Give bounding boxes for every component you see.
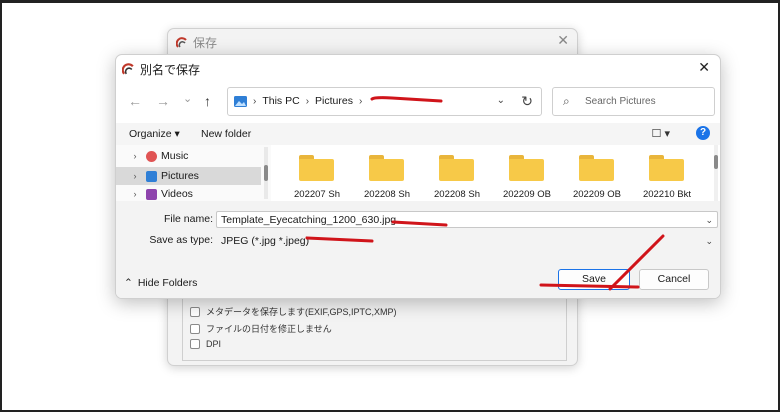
breadcrumb-separator: › — [305, 95, 310, 107]
pictures-icon — [234, 95, 247, 107]
chevron-down-icon[interactable]: ⌄ — [705, 236, 713, 247]
search-box[interactable]: ⌕ Search Pictures — [552, 87, 715, 116]
up-arrow-icon[interactable]: ↑ — [204, 93, 211, 109]
save-as-type-value: JPEG (*.jpg *.jpeg) — [221, 235, 310, 247]
recent-locations-icon[interactable]: ⌄ — [183, 92, 192, 105]
option-label: ファイルの日付を修正しません — [206, 324, 332, 334]
option-label: メタデータを保存します(EXIF,GPS,IPTC,XMP) — [206, 307, 397, 317]
file-name-value: Template_Eyecatching_1200_630.jpg — [221, 214, 397, 226]
scrollbar-thumb[interactable] — [264, 165, 268, 181]
background-dialog-titlebar: 保存 — [176, 34, 217, 51]
scrollbar-thumb[interactable] — [714, 155, 718, 169]
folder-item[interactable]: 202210 Bkt — [636, 153, 698, 200]
command-toolbar: Organize ▾ New folder ☐ ▾ ? — [116, 123, 720, 145]
pictures-icon — [146, 170, 157, 182]
breadcrumb-pictures[interactable]: Pictures — [315, 95, 353, 107]
chevron-up-icon: ⌃ — [124, 277, 133, 289]
checkbox[interactable] — [190, 323, 200, 334]
breadcrumb-this-pc[interactable]: This PC — [262, 95, 299, 107]
search-icon: ⌕ — [563, 94, 570, 108]
sidebar-item-videos[interactable]: › Videos — [116, 187, 261, 201]
folder-icon — [369, 155, 404, 181]
hide-folders-label: Hide Folders — [137, 277, 198, 289]
address-dropdown-icon[interactable]: ⌄ — [497, 95, 505, 106]
navigation-pane: › Music › Pictures › Videos — [116, 145, 271, 201]
folder-icon — [509, 155, 544, 181]
videos-icon — [146, 188, 157, 200]
sidebar-item-pictures[interactable]: › Pictures — [116, 167, 261, 185]
cancel-button[interactable]: Cancel — [639, 269, 709, 290]
option-dpi[interactable]: DPI — [190, 339, 221, 349]
new-folder-button[interactable]: New folder — [201, 128, 251, 140]
refresh-icon[interactable]: ↻ — [521, 93, 533, 110]
navigation-scrollbar[interactable] — [264, 147, 268, 199]
screen-top-border — [0, 0, 780, 3]
save-form: File name: Template_Eyecatching_1200_630… — [116, 201, 720, 298]
file-list-scrollbar[interactable] — [714, 145, 718, 201]
save-as-dialog: 別名で保存 ✕ ← → ⌄ ↑ › This PC › Pictures › ⌄… — [115, 54, 721, 299]
sidebar-item-label: Videos — [161, 188, 193, 200]
expand-chevron-icon[interactable]: › — [126, 189, 144, 199]
navigation-bar: ← → ⌄ ↑ › This PC › Pictures › ⌄ ↻ ⌕ Sea… — [116, 87, 720, 117]
folder-item[interactable]: 202209 OB — [566, 153, 628, 200]
folder-icon — [579, 155, 614, 181]
sidebar-item-music[interactable]: › Music — [116, 147, 261, 165]
folder-name: 202208 Sh — [434, 189, 480, 200]
checkbox[interactable] — [190, 306, 200, 317]
address-bar[interactable]: › This PC › Pictures › ⌄ ↻ — [227, 87, 542, 116]
sidebar-item-label: Pictures — [161, 170, 199, 182]
option-label: DPI — [206, 339, 222, 349]
file-name-label: File name: — [163, 213, 213, 225]
folder-item[interactable]: 202209 OB — [496, 153, 558, 200]
folder-name: 202208 Sh — [364, 189, 410, 200]
search-input[interactable]: Search Pictures — [585, 96, 656, 107]
folder-name: 202207 Sh — [294, 189, 340, 200]
close-button[interactable]: ✕ — [698, 59, 710, 76]
save-as-type-label: Save as type: — [149, 234, 213, 246]
folder-name: 202209 OB — [502, 189, 552, 200]
option-metadata[interactable]: メタデータを保存します(EXIF,GPS,IPTC,XMP) — [190, 305, 397, 318]
file-list: 202207 Sh 202208 Sh 202208 Sh 202209 OB … — [271, 145, 720, 201]
sidebar-item-label: Music — [161, 150, 189, 162]
view-options-icon[interactable]: ☐ ▾ — [652, 127, 670, 140]
dialog-title: 別名で保存 — [140, 63, 201, 77]
folder-icon — [649, 155, 684, 181]
app-logo-icon — [176, 36, 187, 48]
expand-chevron-icon[interactable]: › — [126, 171, 144, 181]
music-icon — [146, 150, 157, 162]
folder-item[interactable]: 202208 Sh — [356, 153, 418, 200]
save-as-type-select[interactable]: JPEG (*.jpg *.jpeg) ⌄ — [216, 232, 718, 249]
forward-arrow-icon[interactable]: → — [156, 93, 170, 109]
option-file-date[interactable]: ファイルの日付を修正しません — [190, 322, 332, 335]
back-arrow-icon[interactable]: ← — [128, 93, 142, 109]
folder-icon — [299, 155, 334, 181]
checkbox[interactable] — [190, 339, 200, 349]
file-name-field[interactable]: Template_Eyecatching_1200_630.jpg ⌄ — [216, 211, 718, 228]
folder-item[interactable]: 202208 Sh — [426, 153, 488, 200]
folder-icon — [439, 155, 474, 181]
help-icon[interactable]: ? — [696, 126, 710, 140]
folder-item[interactable]: 202207 Sh — [286, 153, 348, 200]
dialog-titlebar: 別名で保存 ✕ — [116, 55, 720, 81]
organize-button[interactable]: Organize ▾ — [129, 128, 180, 140]
chevron-down-icon[interactable]: ⌄ — [705, 215, 713, 226]
breadcrumb-separator: › — [253, 95, 257, 107]
folder-name: 202210 Bkt — [642, 189, 692, 200]
app-logo-icon — [122, 63, 134, 75]
breadcrumb-separator: › — [358, 95, 363, 107]
background-close-button[interactable]: ✕ — [557, 32, 569, 49]
background-dialog-title: 保存 — [193, 36, 218, 50]
folder-name: 202209 OB — [572, 189, 622, 200]
expand-chevron-icon[interactable]: › — [126, 151, 144, 161]
save-button[interactable]: Save — [558, 269, 630, 290]
hide-folders-button[interactable]: ⌃ Hide Folders — [124, 277, 197, 289]
